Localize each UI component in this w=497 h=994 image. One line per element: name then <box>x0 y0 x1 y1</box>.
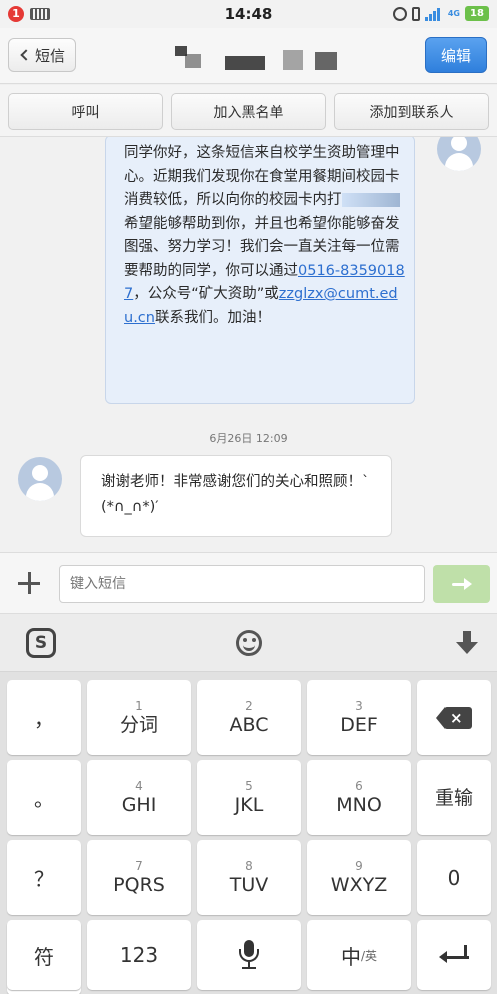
contact-name-redacted <box>175 46 340 74</box>
key-comma[interactable]: ， <box>7 680 81 755</box>
signal-icon <box>424 7 443 21</box>
contact-avatar[interactable] <box>18 457 62 501</box>
sogou-logo-icon[interactable]: S <box>26 628 56 658</box>
header: 短信 编辑 <box>0 28 497 84</box>
numeric-key[interactable]: 123 <box>87 920 191 990</box>
redaction-block <box>315 52 337 70</box>
redaction-block <box>341 193 400 207</box>
key-label: 中 <box>340 944 361 969</box>
sms-screen: 1 14:48 4G 18 短信 编辑 呼叫 加入黑名单 添加到联系人 同学你好… <box>0 0 497 994</box>
key-label: TUV <box>229 873 269 896</box>
status-right: 4G 18 <box>392 6 489 21</box>
back-button[interactable]: 短信 <box>8 38 77 72</box>
key-label: 。 <box>34 787 54 811</box>
key-label: GHI <box>121 793 157 816</box>
key-1[interactable]: 1 分词 <box>87 680 191 755</box>
incoming-message-bubble: 谢谢老师！非常感谢您们的关心和照顾！`(*∩_∩*)′ <box>80 455 392 537</box>
delete-key[interactable]: × <box>417 680 491 755</box>
chevron-left-icon <box>20 49 32 61</box>
alarm-icon <box>392 6 407 21</box>
key-2[interactable]: 2 ABC <box>197 680 301 755</box>
key-label: 0 <box>447 865 461 890</box>
blacklist-button[interactable]: 加入黑名单 <box>171 93 326 130</box>
add-contact-button[interactable]: 添加到联系人 <box>334 93 489 130</box>
key-number: 9 <box>355 858 363 873</box>
key-label: JKL <box>234 793 264 816</box>
key-label: ， <box>34 707 54 731</box>
language-switch-key[interactable]: 中/英 <box>307 920 411 990</box>
key-label: DEF <box>340 713 378 736</box>
conversation: 同学你好，这条短信来自校学生资助管理中心。近期我们发现你在食堂用餐期间校园卡消费… <box>0 137 497 552</box>
key-number: 6 <box>355 778 363 793</box>
message-timestamp: 6月26日 12:09 <box>209 432 288 445</box>
key-6[interactable]: 6 MNO <box>307 760 411 835</box>
key-label: WXYZ <box>330 873 388 896</box>
redaction-block <box>225 56 265 70</box>
action-bar: 呼叫 加入黑名单 添加到联系人 <box>0 85 497 137</box>
key-number: 1 <box>135 698 143 713</box>
key-number: 7 <box>135 858 143 873</box>
enter-key[interactable] <box>417 920 491 990</box>
avatar-body-icon <box>445 153 473 171</box>
key-label: 符 <box>34 944 54 969</box>
compose-bar <box>0 552 497 614</box>
key-9[interactable]: 9 WXYZ <box>307 840 411 915</box>
keyboard: ， 。 ？ ！ 1分词 2ABC 3DEF × 4GHI 5JKL 6MNO 重… <box>0 672 497 994</box>
key-label: ？ <box>34 867 54 891</box>
key-5[interactable]: 5 JKL <box>197 760 301 835</box>
status-bar: 1 14:48 4G 18 <box>0 0 497 28</box>
key-4[interactable]: 4 GHI <box>87 760 191 835</box>
back-label: 短信 <box>35 46 66 65</box>
outgoing-message-bubble: 同学你好，这条短信来自校学生资助管理中心。近期我们发现你在食堂用餐期间校园卡消费… <box>105 137 415 404</box>
send-arrow-icon <box>451 577 472 591</box>
key-number: 4 <box>135 778 143 793</box>
key-number: 2 <box>245 698 253 713</box>
symbol-key[interactable]: 符 <box>7 920 81 990</box>
outgoing-message-text: 同学你好，这条短信来自校学生资助管理中心。近期我们发现你在食堂用餐期间校园卡消费… <box>124 142 406 330</box>
key-label: 123 <box>119 943 159 967</box>
key-number: 3 <box>355 698 363 713</box>
key-sublabel: /英 <box>360 948 378 963</box>
avatar-body-icon <box>26 483 54 501</box>
emoji-icon[interactable] <box>236 630 262 656</box>
network-label: 4G <box>447 9 460 18</box>
key-label: 重输 <box>434 786 473 809</box>
redaction-block <box>283 50 303 70</box>
battery-icon: 18 <box>465 6 489 21</box>
incoming-message-text: 谢谢老师！非常感谢您们的关心和照顾！`(*∩_∩*)′ <box>101 474 370 515</box>
key-label: PQRS <box>113 873 165 896</box>
key-label: MNO <box>336 793 382 816</box>
key-3[interactable]: 3 DEF <box>307 680 411 755</box>
vibrate-icon <box>411 6 420 21</box>
call-button[interactable]: 呼叫 <box>8 93 163 130</box>
key-7[interactable]: 7 PQRS <box>87 840 191 915</box>
edit-button[interactable]: 编辑 <box>425 37 487 73</box>
sender-avatar[interactable] <box>437 137 481 171</box>
send-button[interactable] <box>433 565 490 603</box>
message-part: ，公众号“矿大资助”或 <box>133 286 279 302</box>
voice-key[interactable] <box>197 920 301 990</box>
key-label: ABC <box>229 713 269 736</box>
microphone-icon <box>238 940 260 970</box>
reenter-key[interactable]: 重输 <box>417 760 491 835</box>
key-number: 8 <box>245 858 253 873</box>
key-number: 5 <box>245 778 253 793</box>
key-label: 分词 <box>119 713 158 736</box>
key-period[interactable]: 。 <box>7 760 81 835</box>
attach-plus-icon[interactable] <box>18 572 40 594</box>
key-8[interactable]: 8 TUV <box>197 840 301 915</box>
keyboard-toolbar: S <box>0 614 497 672</box>
message-part: 联系我们。加油！ <box>154 309 271 326</box>
backspace-icon: × <box>436 706 472 729</box>
avatar-head-icon <box>451 137 467 151</box>
avatar-head-icon <box>32 465 48 481</box>
enter-icon <box>439 945 469 965</box>
message-input[interactable] <box>59 565 425 603</box>
redaction-block <box>185 54 201 68</box>
key-question[interactable]: ？ <box>7 840 81 915</box>
key-0[interactable]: 0 <box>417 840 491 915</box>
hide-keyboard-icon[interactable] <box>456 631 478 655</box>
